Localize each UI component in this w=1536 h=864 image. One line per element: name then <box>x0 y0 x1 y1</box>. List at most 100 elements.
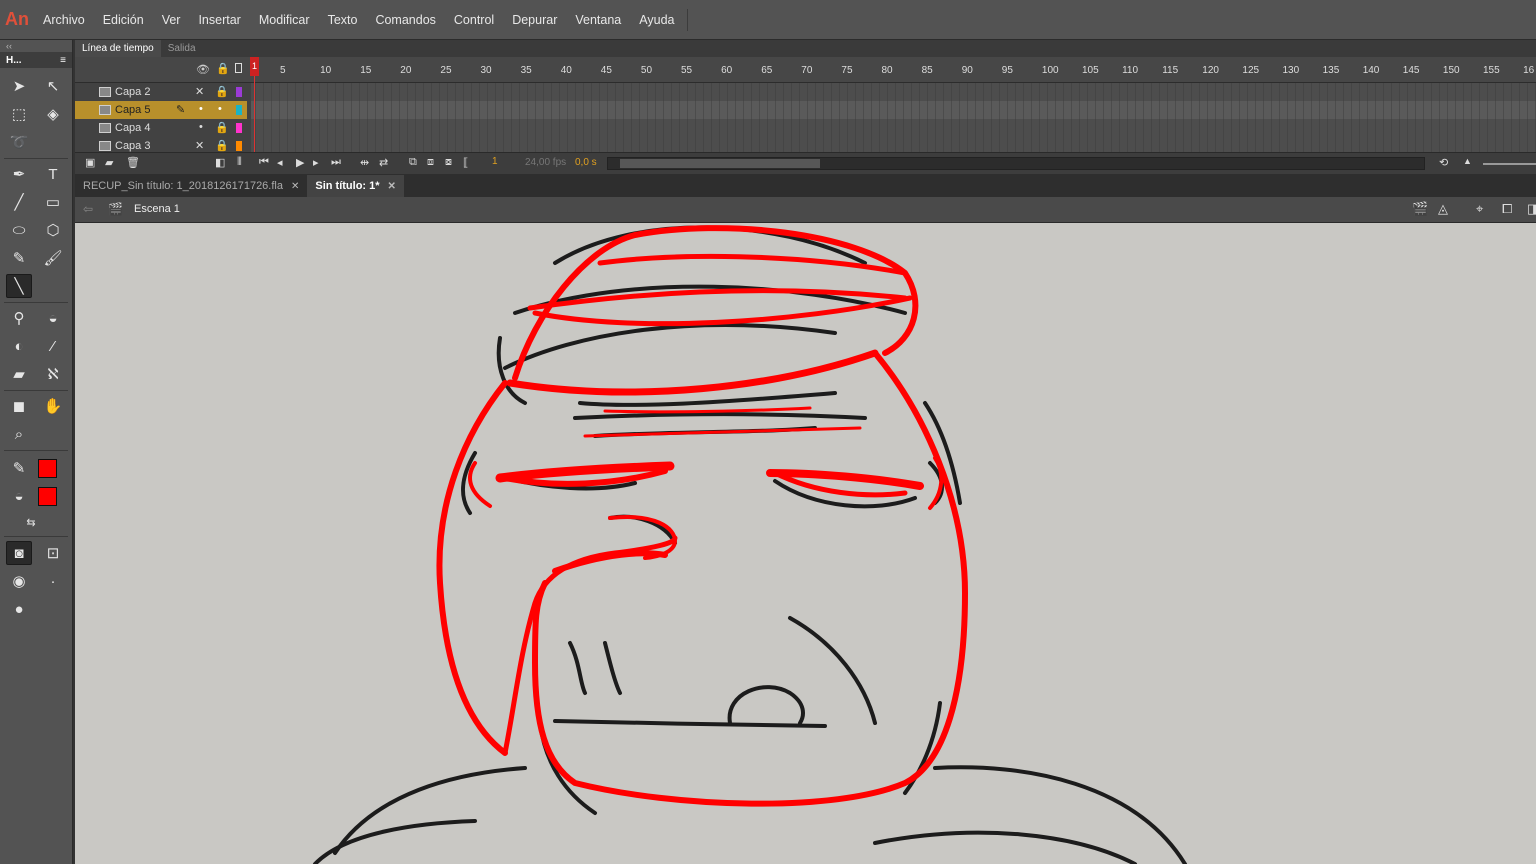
swap-colors-icon[interactable]: ⇆ <box>18 510 44 534</box>
time-value[interactable]: 0,0 s <box>575 157 597 168</box>
brush-mode-icon[interactable]: ◉ <box>6 569 32 593</box>
hidden-x-icon[interactable]: ✕ <box>195 85 204 98</box>
hand-tool-icon[interactable]: ✋ <box>40 394 66 418</box>
line-tool-icon[interactable]: ╱ <box>6 190 32 214</box>
menu-depurar[interactable]: Depurar <box>503 0 566 40</box>
frame-size-slider[interactable] <box>1483 163 1536 165</box>
center-stage-icon[interactable]: ⌖ <box>1476 201 1483 217</box>
stroke-color-swatch[interactable] <box>38 459 57 478</box>
brush-tool-icon[interactable]: ╲ <box>6 274 32 298</box>
menu-control[interactable]: Control <box>445 0 503 40</box>
go-last-frame-icon[interactable]: ⏭ <box>331 156 341 169</box>
menu-ver[interactable]: Ver <box>153 0 190 40</box>
delete-layer-icon[interactable]: 🗑 <box>126 156 140 169</box>
layer-lock-icon[interactable]: 🔒 <box>215 121 229 134</box>
panel-menu-icon[interactable]: ≡ <box>60 55 66 66</box>
text-tool-icon[interactable]: T <box>40 162 66 186</box>
3d-rotation-tool-icon[interactable]: ◈ <box>40 102 66 126</box>
menu-comandos[interactable]: Comandos <box>366 0 444 40</box>
lasso-tool-icon[interactable]: ➰ <box>6 130 32 154</box>
layer-row[interactable]: Capa 5 ✎ • • <box>75 101 1536 119</box>
bone-tool-icon[interactable]: ⚲ <box>6 306 32 330</box>
object-drawing-icon[interactable]: ◙ <box>6 541 32 565</box>
playhead-marker[interactable]: 1 <box>250 57 259 76</box>
hidden-x-icon[interactable]: ✕ <box>195 139 204 152</box>
menu-texto[interactable]: Texto <box>319 0 367 40</box>
sync-icon[interactable]: ⟲ <box>1439 156 1448 169</box>
zoom-tool-icon[interactable]: ⌕ <box>6 422 32 446</box>
current-frame-value[interactable]: 1 <box>492 156 498 167</box>
edit-symbols-icon[interactable]: ◬ <box>1438 201 1448 217</box>
go-first-frame-icon[interactable]: ⏮ <box>259 156 269 169</box>
stage-options-icon[interactable]: ◨ <box>1527 201 1536 217</box>
layer-row[interactable]: Capa 4 • 🔒 <box>75 119 1536 137</box>
tab-timeline[interactable]: Línea de tiempo <box>75 40 161 57</box>
clip-content-icon[interactable]: ⧠ <box>1502 201 1512 217</box>
stage-canvas[interactable] <box>75 223 1536 864</box>
collapse-panel-button[interactable]: ‹‹ <box>0 40 72 52</box>
menu-insertar[interactable]: Insertar <box>189 0 249 40</box>
new-layer-icon[interactable]: ▣ <box>85 156 95 169</box>
rectangle-tool-icon[interactable]: ▭ <box>40 190 66 214</box>
layer-frames[interactable] <box>251 83 1536 101</box>
step-forward-icon[interactable]: ▸ <box>313 156 319 169</box>
eyedropper-tool-icon[interactable]: ⁄ <box>40 334 66 358</box>
onion-outline-icon[interactable]: ⧈ <box>427 156 434 169</box>
scene-name[interactable]: Escena 1 <box>134 203 180 215</box>
drawing-canvas[interactable] <box>75 223 1536 864</box>
close-icon[interactable]: ✕ <box>388 181 396 192</box>
eraser-tool-icon[interactable]: ▰ <box>6 362 32 386</box>
edit-scene-icon[interactable]: 🎬 <box>1412 201 1428 217</box>
visible-dot-icon[interactable]: • <box>199 103 203 115</box>
camera-toggle-icon[interactable]: ◧ <box>215 156 225 169</box>
ink-bottle-tool-icon[interactable]: ◐ <box>6 334 32 358</box>
back-arrow-icon[interactable]: ⇦ <box>83 202 93 216</box>
loop-icon[interactable]: ⇄ <box>379 156 388 169</box>
unlock-dot-icon[interactable]: • <box>218 103 222 115</box>
onion-skin-icon[interactable]: ⧉ <box>409 156 417 169</box>
menu-modificar[interactable]: Modificar <box>250 0 319 40</box>
oval-tool-icon[interactable]: ⬭ <box>6 218 32 242</box>
onion-markers-icon[interactable]: ⟦ <box>463 156 468 169</box>
layer-frames[interactable] <box>251 137 1536 152</box>
brush-size-icon[interactable]: · <box>40 569 66 593</box>
close-icon[interactable]: ✕ <box>291 181 299 192</box>
pen-tool-icon[interactable]: ✒ <box>6 162 32 186</box>
paint-brush-tool-icon[interactable]: 🖌 <box>40 246 66 270</box>
outline-icon[interactable] <box>235 63 242 73</box>
width-tool-icon[interactable]: ℵ <box>40 362 66 386</box>
layer-frames[interactable] <box>251 119 1536 137</box>
brush-shape-icon[interactable]: ● <box>6 597 32 621</box>
layer-color-tag[interactable] <box>236 87 242 97</box>
layer-color-tag[interactable] <box>236 141 242 151</box>
zoom-out-icon[interactable]: ▲ <box>1463 156 1472 166</box>
visible-dot-icon[interactable]: • <box>199 121 203 133</box>
layer-color-tag[interactable] <box>236 123 242 133</box>
camera-tool-icon[interactable]: ◼ <box>6 394 32 418</box>
layer-frames[interactable] <box>251 101 1536 119</box>
menu-ayuda[interactable]: Ayuda <box>630 0 683 40</box>
paint-bucket-tool-icon[interactable]: ◒ <box>40 306 66 330</box>
fill-color-swatch[interactable] <box>38 487 57 506</box>
play-icon[interactable]: ▶ <box>296 156 304 169</box>
free-transform-tool-icon[interactable]: ⬚ <box>6 102 32 126</box>
new-folder-icon[interactable]: ▰ <box>105 156 113 169</box>
menu-edicion[interactable]: Edición <box>94 0 153 40</box>
timeline-scroll-thumb[interactable] <box>620 159 820 168</box>
menu-ventana[interactable]: Ventana <box>566 0 630 40</box>
polystar-tool-icon[interactable]: ⬡ <box>40 218 66 242</box>
timeline-scrollbar[interactable] <box>607 157 1425 170</box>
layer-lock-icon[interactable]: 🔒 <box>215 85 229 98</box>
selection-tool-icon[interactable]: ➤ <box>6 74 32 98</box>
layer-lock-icon[interactable]: 🔒 <box>215 139 229 152</box>
lock-fill-icon[interactable]: ⊡ <box>40 541 66 565</box>
fps-value[interactable]: 24,00 fps <box>525 157 566 168</box>
lock-icon[interactable]: 🔒 <box>216 62 230 75</box>
layer-color-tag[interactable] <box>236 105 242 115</box>
step-back-icon[interactable]: ◂ <box>277 156 283 169</box>
center-frame-icon[interactable]: ⇹ <box>360 156 369 169</box>
eye-icon[interactable]: 👁 <box>196 63 210 76</box>
edit-multiple-icon[interactable]: ⧇ <box>445 156 452 169</box>
menu-archivo[interactable]: Archivo <box>34 0 94 40</box>
doc-tab-recup[interactable]: RECUP_Sin título: 1_2018126171726.fla ✕ <box>75 175 307 197</box>
